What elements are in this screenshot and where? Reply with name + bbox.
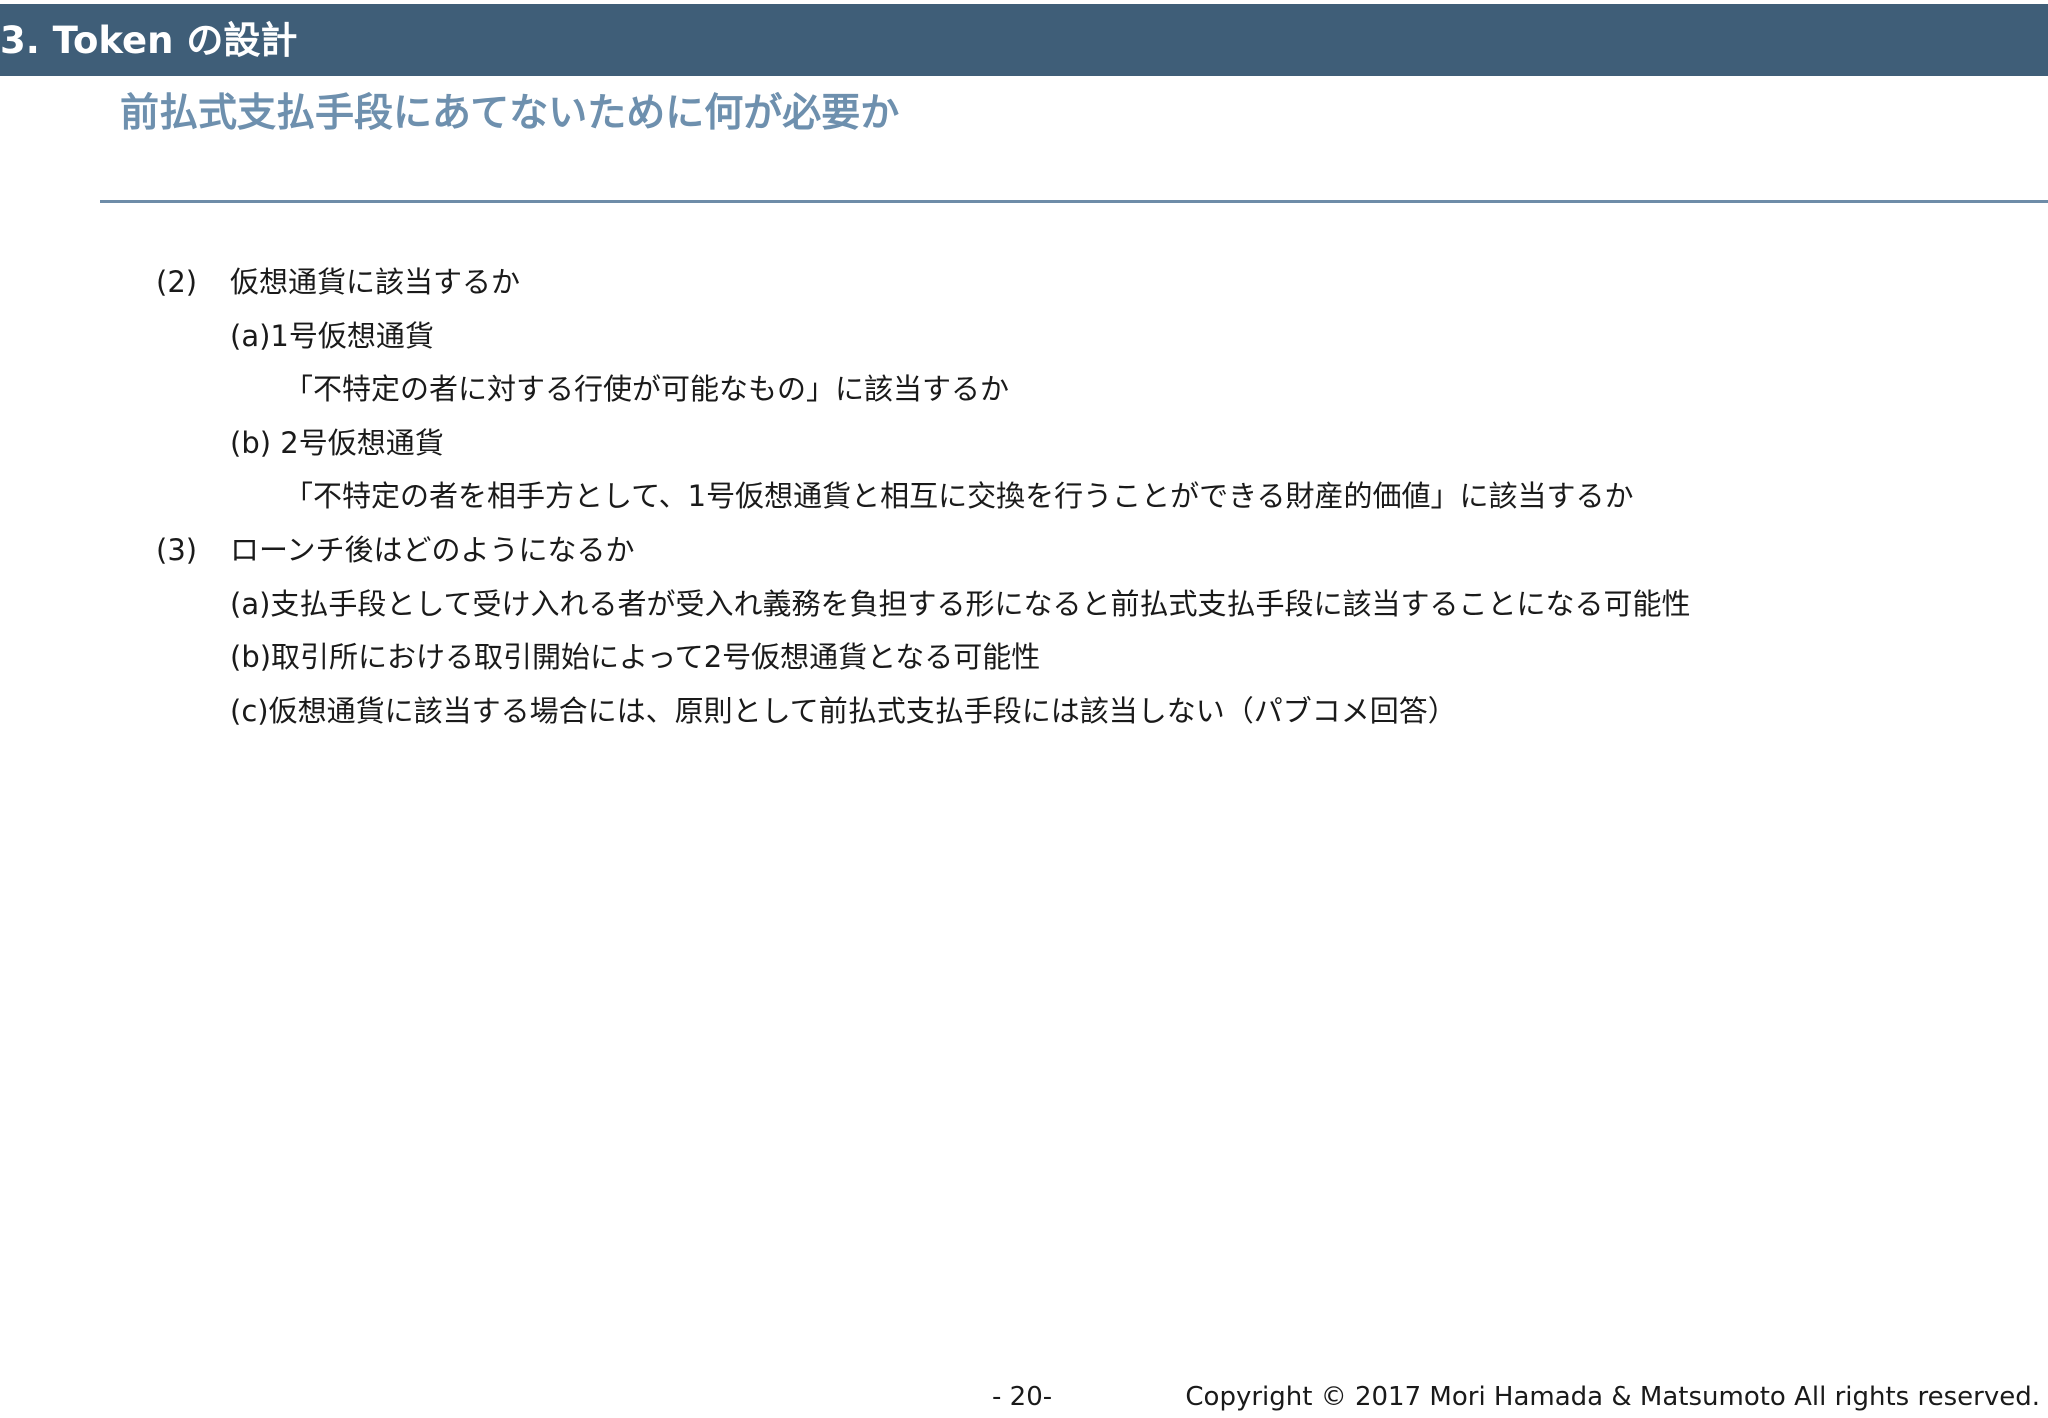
list-item-2-number: (2)	[156, 265, 198, 299]
list-item-3-text: ローンチ後はどのようになるか	[230, 533, 635, 567]
list-item-3: (3) ローンチ後はどのようになるか	[156, 536, 635, 565]
list-item-2: (2) 仮想通貨に該当するか	[156, 268, 520, 297]
list-item-3-number: (3)	[156, 533, 198, 567]
list-item-3a: (a)支払手段として受け入れる者が受入れ義務を負担する形になると前払式支払手段に…	[230, 587, 1691, 621]
list-item-3c: (c)仮想通貨に該当する場合には、原則として前払式支払手段には該当しない（パブコ…	[230, 694, 1457, 728]
slide-title: 前払式支払手段にあてないために何が必要か	[120, 91, 900, 136]
header-bar	[0, 4, 2048, 76]
title-divider	[100, 200, 2048, 203]
list-item-2a: (a)1号仮想通貨	[230, 319, 434, 353]
section-title: 3. Token の設計	[0, 19, 298, 62]
list-item-2-text: 仮想通貨に該当するか	[230, 265, 521, 299]
list-item-2b: (b) 2号仮想通貨	[230, 426, 444, 460]
list-item-3b: (b)取引所における取引開始によって2号仮想通貨となる可能性	[230, 640, 1041, 674]
copyright-notice: Copyright © 2017 Mori Hamada & Matsumoto…	[1185, 1382, 2040, 1412]
list-item-2b-detail: 「不特定の者を相手方として、1号仮想通貨と相互に交換を行うことができる財産的価値…	[284, 479, 1634, 513]
list-item-2a-detail: 「不特定の者に対する行使が可能なもの」に該当するか	[284, 372, 1010, 406]
page-number: - 20-	[992, 1382, 1053, 1412]
